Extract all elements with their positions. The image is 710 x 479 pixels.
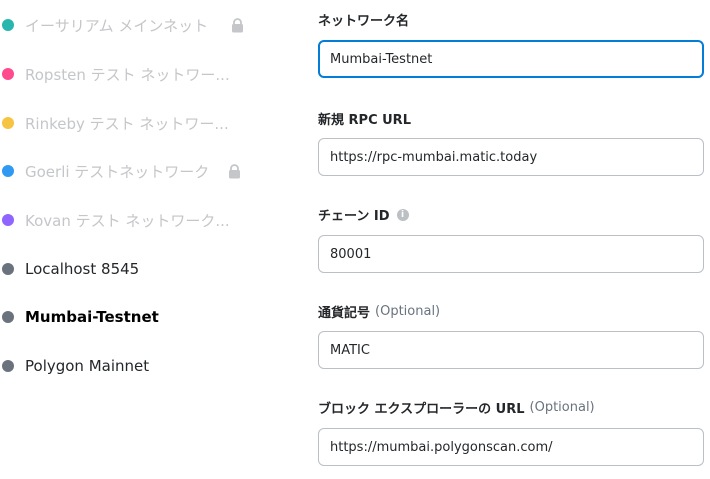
network-color-dot — [2, 165, 14, 177]
currency-symbol-input[interactable] — [318, 331, 704, 369]
network-label: Kovan テスト ネットワーク... — [25, 211, 230, 230]
network-item-mumbai-testnet[interactable]: Mumbai-Testnet — [0, 302, 300, 332]
network-label: Rinkeby テスト ネットワー... — [25, 114, 229, 133]
lock-icon — [232, 17, 243, 32]
network-item-kovan[interactable]: Kovan テスト ネットワーク... — [0, 205, 300, 235]
network-label: Ropsten テスト ネットワー... — [25, 65, 230, 84]
network-name-label: ネットワーク名 — [318, 10, 409, 29]
network-label: Mumbai-Testnet — [25, 308, 159, 326]
network-item-localhost[interactable]: Localhost 8545 — [0, 254, 300, 284]
network-label: Polygon Mainnet — [25, 357, 150, 375]
network-color-dot — [2, 311, 14, 323]
network-label: Goerli テストネットワーク — [25, 162, 210, 181]
network-color-dot — [2, 263, 14, 275]
network-name-input[interactable] — [318, 40, 704, 78]
network-color-dot — [2, 214, 14, 226]
network-item-goerli[interactable]: Goerli テストネットワーク — [0, 156, 300, 186]
chain-id-label-text: チェーン ID — [318, 209, 390, 224]
optional-hint: (Optional) — [375, 304, 441, 319]
network-settings-page: イーサリアム メインネット Ropsten テスト ネットワー... Rinke… — [0, 0, 710, 479]
network-name-label-text: ネットワーク名 — [318, 14, 410, 29]
chain-id-input[interactable] — [318, 235, 704, 273]
network-color-dot — [2, 360, 14, 372]
explorer-url-input[interactable] — [318, 428, 704, 466]
rpc-url-label-text: 新規 RPC URL — [318, 113, 411, 128]
currency-symbol-label-text: 通貨記号 — [318, 306, 371, 321]
network-color-dot — [2, 68, 14, 80]
lock-icon — [229, 163, 240, 178]
optional-hint: (Optional) — [529, 400, 595, 415]
network-label: Localhost 8545 — [25, 260, 140, 278]
chain-id-label: チェーン ID i — [318, 205, 409, 224]
rpc-url-input[interactable] — [318, 138, 704, 176]
network-item-ethereum-mainnet[interactable]: イーサリアム メインネット — [0, 10, 300, 40]
network-label: イーサリアム メインネット — [25, 16, 209, 35]
info-icon[interactable]: i — [396, 208, 409, 221]
network-color-dot — [2, 19, 14, 31]
network-item-polygon-mainnet[interactable]: Polygon Mainnet — [0, 351, 300, 381]
network-item-rinkeby[interactable]: Rinkeby テスト ネットワー... — [0, 108, 300, 138]
rpc-url-label: 新規 RPC URL — [318, 109, 411, 128]
currency-symbol-label: 通貨記号 (Optional) — [318, 302, 440, 321]
network-item-ropsten[interactable]: Ropsten テスト ネットワー... — [0, 59, 300, 89]
network-color-dot — [2, 117, 14, 129]
explorer-url-label: ブロック エクスプローラーの URL (Optional) — [318, 398, 595, 417]
explorer-url-label-text: ブロック エクスプローラーの URL — [318, 402, 525, 417]
